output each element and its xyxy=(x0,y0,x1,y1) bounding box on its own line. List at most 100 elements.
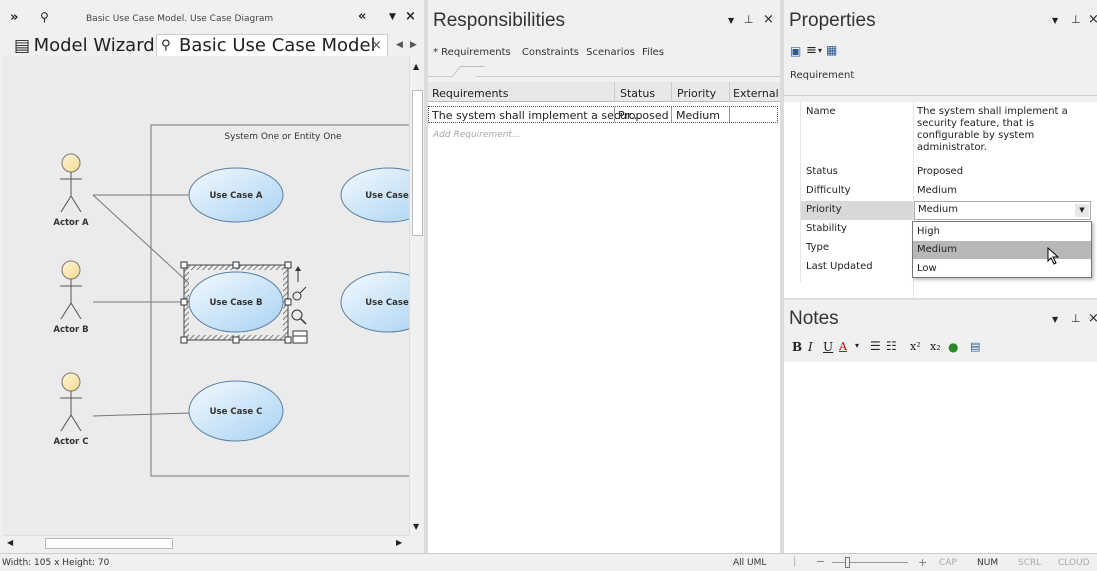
pin-icon[interactable]: ⊥ xyxy=(1071,312,1081,325)
tab-scroll-right-icon[interactable]: ▶ xyxy=(410,40,417,50)
dropdown-icon[interactable]: ▼ xyxy=(389,12,396,22)
prop-key: Stability xyxy=(806,223,847,234)
quick-linker-arrow-icon[interactable] xyxy=(295,266,301,282)
col-requirements[interactable]: Requirements xyxy=(432,87,508,100)
use-case-right-top[interactable]: Use Case xyxy=(340,167,409,223)
use-case-b[interactable]: Use Case B xyxy=(180,261,292,344)
boundary-label: System One or Entity One xyxy=(224,132,342,142)
indicator-cap: CAP xyxy=(939,558,957,568)
font-color-icon[interactable]: A xyxy=(839,340,847,353)
select-arrow-icon[interactable]: ▼ xyxy=(1075,204,1089,217)
tab-model-wizard[interactable]: ▤ Model Wizard xyxy=(14,35,155,57)
italic-button[interactable]: I xyxy=(808,340,813,354)
prop-row-name[interactable]: Name The system shall implement a securi… xyxy=(784,102,1097,164)
collapse-icon[interactable]: « xyxy=(358,9,366,24)
vertical-scroll-thumb[interactable] xyxy=(412,90,423,236)
prop-row-status[interactable]: Status Proposed xyxy=(784,163,1097,182)
underline-button[interactable]: U xyxy=(823,340,833,354)
save-icon[interactable]: ▣ xyxy=(790,44,801,58)
numbered-list-icon[interactable]: ☷ xyxy=(886,339,897,353)
table-row[interactable]: The system shall implement a secur... Pr… xyxy=(428,106,778,123)
element-icon[interactable]: ▦ xyxy=(826,43,837,57)
properties-tool-icon[interactable] xyxy=(292,330,308,344)
close-icon[interactable]: × xyxy=(1088,311,1097,326)
tab-constraints[interactable]: Constraints xyxy=(522,47,579,58)
zoom-slider-thumb[interactable] xyxy=(845,557,850,568)
panel-dropdown-icon[interactable]: ▼ xyxy=(1052,315,1058,324)
use-case-label: Use Case C xyxy=(210,407,263,417)
divider: | xyxy=(793,556,797,567)
tab-requirement[interactable]: Requirement xyxy=(790,70,854,81)
actor-label: Actor C xyxy=(54,437,89,447)
expand-icon[interactable]: » xyxy=(10,10,18,25)
bold-button[interactable]: B xyxy=(792,340,802,354)
option-low[interactable]: Low xyxy=(913,260,1091,278)
prop-key: Status xyxy=(806,166,838,177)
prop-value[interactable]: The system shall implement a security fe… xyxy=(917,106,1077,154)
pin-icon[interactable]: ⊥ xyxy=(744,13,754,26)
use-case-label: Use Case xyxy=(365,298,409,308)
menu-dropdown-icon[interactable]: ▾ xyxy=(818,46,822,55)
zoom-slider[interactable] xyxy=(832,562,908,563)
scroll-right-icon[interactable]: ▶ xyxy=(396,538,402,547)
col-external[interactable]: External xyxy=(733,87,779,100)
option-high[interactable]: High xyxy=(913,222,1091,240)
pin-icon[interactable]: ⊥ xyxy=(1071,13,1081,26)
usecase-model-icon: ⚲ xyxy=(40,10,49,24)
priority-select[interactable]: Medium ▼ xyxy=(914,201,1091,220)
add-requirement-input[interactable]: Add Requirement... xyxy=(433,130,521,140)
indicator-cloud: CLOUD xyxy=(1058,558,1090,568)
superscript-button[interactable]: x² xyxy=(910,340,921,353)
zoom-in-button[interactable]: + xyxy=(918,556,927,569)
close-icon[interactable]: × xyxy=(763,12,774,27)
zoom-tool-icon[interactable] xyxy=(291,309,307,325)
actor-a[interactable]: Actor A xyxy=(53,153,89,228)
zoom-out-button[interactable]: − xyxy=(816,555,825,568)
tab-scroll-left-icon[interactable]: ◀ xyxy=(396,40,403,50)
vertical-scrollbar[interactable]: ▲ ▼ xyxy=(409,56,424,535)
close-icon[interactable]: × xyxy=(405,9,416,24)
diagram-canvas[interactable]: System One or Entity One Actor A Actor B xyxy=(3,56,409,535)
priority-dropdown-list[interactable]: High Medium Low xyxy=(912,221,1092,278)
subscript-button[interactable]: x₂ xyxy=(930,340,941,353)
option-label: High xyxy=(917,226,940,237)
use-case-label: Use Case A xyxy=(209,191,262,201)
prop-key: Difficulty xyxy=(806,185,851,196)
close-tab-icon[interactable]: × xyxy=(371,38,382,53)
col-priority[interactable]: Priority xyxy=(677,87,716,100)
prop-row-priority[interactable]: Priority Medium ▼ xyxy=(784,201,1097,220)
horizontal-scroll-thumb[interactable] xyxy=(45,538,173,549)
actor-b[interactable]: Actor B xyxy=(53,260,89,335)
panel-dropdown-icon[interactable]: ▼ xyxy=(1052,16,1058,25)
document-icon[interactable]: ▤ xyxy=(970,340,980,353)
use-case-label: Use Case xyxy=(365,191,409,201)
scroll-left-icon[interactable]: ◀ xyxy=(7,538,13,547)
use-case-c[interactable]: Use Case C xyxy=(188,380,284,442)
panel-dropdown-icon[interactable]: ▼ xyxy=(728,16,734,25)
option-medium[interactable]: Medium xyxy=(913,241,1091,265)
scroll-up-icon[interactable]: ▲ xyxy=(413,62,419,71)
use-case-a[interactable]: Use Case A xyxy=(188,167,284,223)
prop-row-difficulty[interactable]: Difficulty Medium xyxy=(784,182,1097,201)
panel-title: Properties xyxy=(789,10,876,31)
insert-link-icon[interactable]: ● xyxy=(948,340,958,354)
tab-requirements[interactable]: * Requirements xyxy=(433,47,511,58)
use-case-right-middle[interactable]: Use Case xyxy=(340,271,409,333)
actor-c[interactable]: Actor C xyxy=(54,372,89,447)
scroll-down-icon[interactable]: ▼ xyxy=(413,522,419,531)
tab-files[interactable]: Files xyxy=(642,47,664,58)
prop-key: Priority xyxy=(806,204,842,215)
horizontal-scrollbar[interactable]: ◀ ▶ xyxy=(3,535,409,550)
tab-basic-use-case-model[interactable]: ⚲ Basic Use Case Model × xyxy=(156,34,388,57)
font-color-dropdown-icon[interactable]: ▾ xyxy=(855,341,859,350)
col-status[interactable]: Status xyxy=(620,87,655,100)
tab-scenarios[interactable]: Scenarios xyxy=(586,47,635,58)
bullet-list-icon[interactable]: ☰ xyxy=(870,339,881,353)
close-icon[interactable]: × xyxy=(1088,12,1097,27)
notes-editor[interactable] xyxy=(784,362,1097,553)
connector-tool-icon[interactable] xyxy=(292,286,307,301)
menu-icon[interactable]: ≡ xyxy=(806,43,817,58)
status-bar: Width: 105 x Height: 70 All UML | − + CA… xyxy=(0,553,1097,571)
prop-key: Type xyxy=(806,242,829,253)
panel-title: Responsibilities xyxy=(433,10,566,31)
